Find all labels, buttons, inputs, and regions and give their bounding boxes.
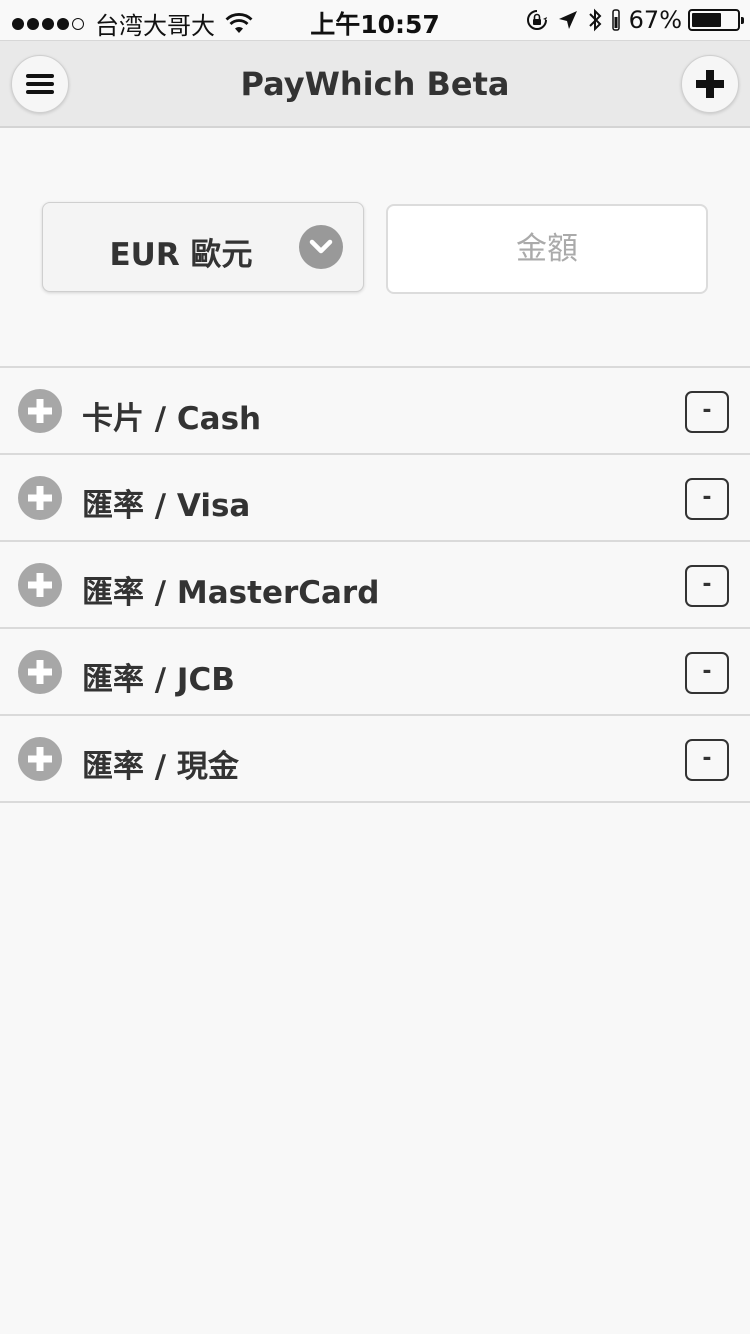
rate-list: 卡片 / Cash - 匯率 / Visa - 匯率 / MasterCard …	[0, 366, 750, 803]
remove-button[interactable]: -	[685, 478, 729, 520]
location-arrow-icon	[558, 10, 578, 30]
rate-row-label: 匯率 / Visa	[82, 488, 251, 524]
rate-row: 匯率 / MasterCard -	[0, 542, 750, 629]
battery-fill	[692, 13, 722, 27]
amount-input[interactable]	[386, 204, 708, 294]
expand-plus-icon[interactable]	[18, 563, 62, 607]
expand-plus-icon[interactable]	[18, 389, 62, 433]
rate-row: 匯率 / 現金 -	[0, 716, 750, 803]
rate-row-label: 匯率 / MasterCard	[82, 575, 380, 611]
currency-select[interactable]: EUR 歐元	[42, 202, 364, 292]
rate-row: 匯率 / JCB -	[0, 629, 750, 716]
remove-button[interactable]: -	[685, 652, 729, 694]
orientation-lock-icon	[525, 8, 549, 32]
battery-icon	[688, 9, 744, 31]
plus-icon	[696, 70, 724, 98]
rate-row-label: 卡片 / Cash	[82, 401, 262, 437]
battery-percent: 67%	[628, 6, 682, 34]
expand-plus-icon[interactable]	[18, 650, 62, 694]
status-bar: 台湾大哥大 上午10:57 67%	[0, 0, 750, 40]
rate-row: 卡片 / Cash -	[0, 368, 750, 455]
chevron-down-circle-icon	[299, 225, 343, 269]
page-title: PayWhich Beta	[240, 65, 510, 103]
bluetooth-icon	[587, 8, 603, 32]
rate-row-label: 匯率 / JCB	[82, 662, 235, 698]
remove-button[interactable]: -	[685, 739, 729, 781]
remove-button[interactable]: -	[685, 565, 729, 607]
currency-selected-label: EUR 歐元	[109, 237, 253, 273]
rate-row: 匯率 / Visa -	[0, 455, 750, 542]
charging-indicator-icon	[611, 9, 620, 31]
remove-button[interactable]: -	[685, 391, 729, 433]
expand-plus-icon[interactable]	[18, 737, 62, 781]
expand-plus-icon[interactable]	[18, 476, 62, 520]
rate-row-label: 匯率 / 現金	[82, 749, 239, 785]
add-button[interactable]	[681, 55, 739, 113]
header-bar: PayWhich Beta	[0, 40, 750, 128]
status-right: 67%	[525, 6, 744, 34]
